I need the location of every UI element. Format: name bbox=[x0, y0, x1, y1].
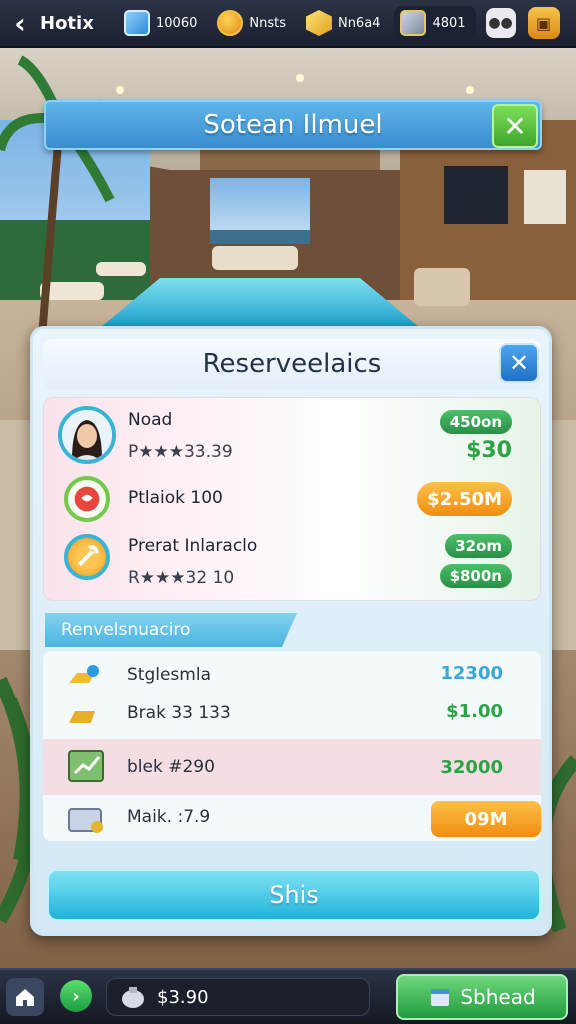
schedule-icon bbox=[431, 989, 450, 1006]
reservation-row[interactable]: Ptlaiok 100 $2.50M bbox=[44, 472, 542, 538]
top-bar: ‹ Hotix 10060 Nnsts Nn6a4 4801 ●● ▣ bbox=[0, 0, 576, 48]
panel-close-button[interactable]: ✕ bbox=[499, 343, 539, 383]
guest-avatar bbox=[64, 534, 110, 580]
gems-counter[interactable]: 10060 bbox=[124, 7, 197, 39]
panel-title: Reserveelaics bbox=[202, 349, 382, 379]
reservation-badge-secondary: $800n bbox=[439, 564, 512, 588]
reservation-badge: $2.50M bbox=[417, 482, 512, 516]
subsection-tab[interactable]: Renvelsnuaciro bbox=[45, 613, 297, 647]
section-banner: Sotean Ilmuel ✕ bbox=[44, 100, 542, 150]
inventory-value: 09M bbox=[431, 801, 541, 837]
close-icon: ✕ bbox=[508, 349, 530, 377]
reservation-price: $30 bbox=[466, 438, 512, 463]
inventory-value: 12300 bbox=[440, 663, 503, 684]
guest-rating: P★★★33.39 bbox=[128, 442, 233, 462]
cash-value: 4801 bbox=[432, 15, 466, 31]
inventory-value: $1.00 bbox=[446, 701, 503, 722]
inventory-row[interactable]: Maik. :7.9 09M bbox=[43, 799, 541, 841]
banner-title: Sotean Ilmuel bbox=[203, 110, 383, 140]
reservations-panel: Reserveelaics ✕ Noad P★★★33.39 450on $30 bbox=[30, 326, 552, 936]
panel-header: Reserveelaics ✕ bbox=[43, 339, 541, 389]
app-title: Hotix bbox=[40, 12, 94, 34]
schedule-label: Sbhead bbox=[460, 985, 536, 1009]
balance-display: $3.90 bbox=[106, 978, 370, 1016]
menu-icon: ●● bbox=[488, 15, 513, 31]
go-button[interactable]: › bbox=[60, 980, 92, 1012]
gold-bar-icon bbox=[69, 711, 95, 723]
cash-counter[interactable]: 4801 bbox=[394, 6, 476, 40]
tools-icon bbox=[78, 545, 99, 566]
guest-avatar bbox=[58, 406, 116, 464]
menu-button[interactable]: ●● bbox=[485, 8, 516, 38]
home-button[interactable] bbox=[6, 978, 44, 1016]
guest-name: Prerat Inlaraclo bbox=[128, 536, 258, 556]
coin-icon bbox=[217, 10, 244, 36]
arrow-right-icon: › bbox=[72, 985, 80, 1007]
inventory-label: Brak 33 133 bbox=[127, 703, 231, 723]
inventory-value: 32000 bbox=[440, 757, 503, 778]
gold-value: Nn6a4 bbox=[337, 15, 381, 31]
balance-value: $3.90 bbox=[157, 986, 209, 1008]
cash-register-icon bbox=[68, 808, 103, 833]
gem-icon bbox=[124, 10, 150, 36]
guest-avatar bbox=[64, 476, 110, 522]
chevron-left-icon: ‹ bbox=[14, 6, 26, 40]
gold-counter[interactable]: Nn6a4 bbox=[305, 7, 381, 39]
guest-portrait-icon bbox=[62, 410, 112, 460]
inventory-row[interactable]: Brak 33 133 $1.00 bbox=[43, 693, 541, 739]
gold-bars-icon bbox=[69, 665, 99, 683]
reservation-row[interactable]: Prerat Inlaraclo R★★★32 10 32om $800n bbox=[44, 534, 542, 600]
guest-name: Noad bbox=[128, 410, 173, 430]
chart-board-icon bbox=[68, 750, 104, 782]
inventory-label: blek #290 bbox=[127, 757, 215, 777]
inventory-row[interactable]: blek #290 32000 bbox=[43, 739, 541, 795]
bottom-bar: › $3.90 Sbhead bbox=[0, 968, 576, 1024]
money-bag-icon bbox=[122, 987, 144, 1008]
heart-chat-icon bbox=[74, 486, 100, 512]
guest-rating: R★★★32 10 bbox=[128, 568, 235, 588]
gems-value: 10060 bbox=[156, 15, 198, 31]
reservation-row[interactable]: Noad P★★★33.39 450on $30 bbox=[44, 402, 542, 468]
cash-icon bbox=[400, 10, 427, 36]
inventory-list: Stglesmla 12300 Brak 33 133 $1.00 blek #… bbox=[43, 651, 541, 841]
coins-counter[interactable]: Nnsts bbox=[217, 7, 286, 39]
home-icon bbox=[16, 989, 34, 1006]
reservation-badge: 450on bbox=[439, 410, 512, 434]
coins-value: Nnsts bbox=[249, 15, 286, 31]
inventory-label: Maik. :7.9 bbox=[127, 807, 211, 827]
back-button[interactable]: ‹ bbox=[0, 0, 40, 47]
shop-icon: ▣ bbox=[535, 13, 552, 33]
guest-name: Ptlaiok 100 bbox=[128, 488, 223, 508]
action-button[interactable]: Shis bbox=[47, 869, 541, 921]
inventory-label: Stglesmla bbox=[127, 665, 211, 685]
close-icon: ✕ bbox=[503, 109, 527, 143]
reservation-list: Noad P★★★33.39 450on $30 Ptlaiok 100 $2.… bbox=[43, 397, 541, 601]
shop-button[interactable]: ▣ bbox=[527, 7, 560, 39]
gold-icon bbox=[305, 10, 332, 36]
schedule-button[interactable]: Sbhead bbox=[396, 974, 568, 1020]
reservation-badge: 32om bbox=[445, 534, 512, 558]
banner-close-button[interactable]: ✕ bbox=[492, 104, 538, 148]
